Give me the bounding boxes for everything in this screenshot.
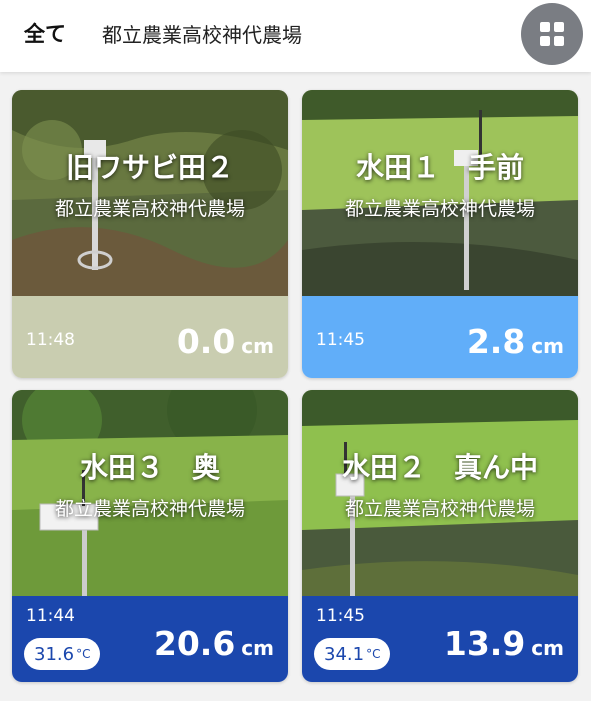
water-level-value: 13.9	[443, 624, 526, 663]
water-level-value: 20.6	[153, 624, 236, 663]
grid-view-button[interactable]	[521, 3, 583, 65]
card-subtitle: 都立農業高校神代農場	[344, 498, 535, 520]
temperature-unit: °C	[76, 647, 91, 661]
reading-time: 11:44	[26, 606, 75, 626]
farm-name-tab[interactable]: 都立農業高校神代農場	[102, 19, 302, 48]
water-level: 2.8 cm	[467, 322, 564, 361]
sensor-card-paddy-1[interactable]: 水田１ 手前 都立農業高校神代農場 11:45 2.8 cm	[302, 90, 578, 378]
temperature-badge: 31.6 °C	[24, 638, 101, 670]
water-level-value: 0.0	[176, 322, 236, 361]
card-title: 水田３ 奥	[79, 451, 220, 484]
reading-time: 11:45	[316, 330, 365, 350]
card-footer: 11:45 2.8 cm	[302, 296, 578, 378]
card-subtitle: 都立農業高校神代農場	[54, 198, 245, 220]
grid-icon	[540, 22, 564, 46]
sensor-card-old-wasabi[interactable]: 旧ワサビ田２ 都立農業高校神代農場 11:48 0.0 cm	[12, 90, 288, 378]
card-title: 旧ワサビ田２	[65, 151, 234, 184]
sensor-card-paddy-2[interactable]: 水田２ 真ん中 都立農業高校神代農場 11:45 34.1 °C 13.9 cm	[302, 390, 578, 682]
card-subtitle: 都立農業高校神代農場	[54, 498, 245, 520]
water-level-unit: cm	[241, 334, 274, 358]
filter-all-tab[interactable]: 全て	[24, 18, 66, 48]
card-subtitle: 都立農業高校神代農場	[344, 198, 535, 220]
temperature-value: 34.1	[324, 643, 365, 665]
water-level-value: 2.8	[466, 322, 526, 361]
sensor-photo	[12, 390, 288, 596]
temperature-unit: °C	[366, 647, 381, 661]
sensor-photo	[302, 90, 578, 296]
reading-time: 11:45	[316, 606, 365, 626]
temperature-value: 31.6	[34, 643, 75, 665]
water-level-unit: cm	[531, 636, 564, 660]
card-footer: 11:48 0.0 cm	[12, 296, 288, 378]
water-level-unit: cm	[531, 334, 564, 358]
water-level: 20.6 cm	[154, 624, 274, 663]
water-level: 13.9 cm	[444, 624, 564, 663]
card-title: 水田１ 手前	[355, 151, 524, 184]
water-level-unit: cm	[241, 636, 274, 660]
sensor-photo	[12, 90, 288, 296]
sensor-card-paddy-3[interactable]: 水田３ 奥 都立農業高校神代農場 11:44 31.6 °C 20.6 cm	[12, 390, 288, 682]
water-level: 0.0 cm	[177, 322, 274, 361]
app-header: 全て 都立農業高校神代農場	[0, 0, 591, 72]
card-title: 水田２ 真ん中	[341, 451, 538, 484]
card-footer: 11:45 34.1 °C 13.9 cm	[302, 596, 578, 682]
reading-time: 11:48	[26, 330, 75, 350]
temperature-badge: 34.1 °C	[314, 638, 391, 670]
card-footer: 11:44 31.6 °C 20.6 cm	[12, 596, 288, 682]
sensor-photo	[302, 390, 578, 596]
